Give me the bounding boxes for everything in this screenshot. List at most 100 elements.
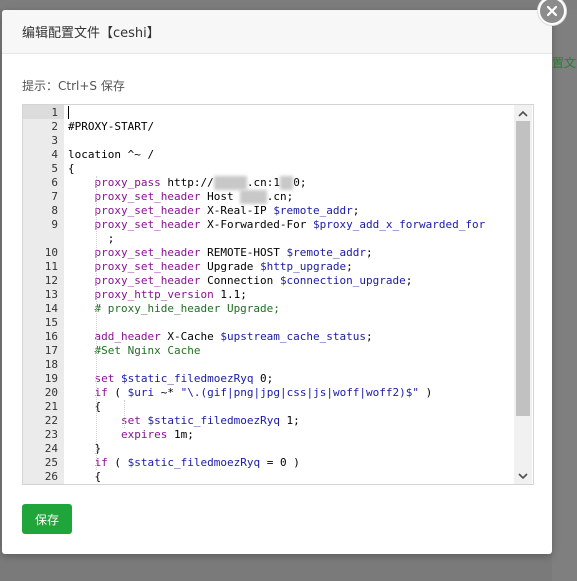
code-token: if bbox=[68, 386, 108, 399]
line-number: 6 bbox=[51, 176, 58, 189]
code-token: ; bbox=[68, 232, 115, 245]
code-token: proxy_pass bbox=[68, 176, 161, 189]
code-token: 1; bbox=[279, 414, 300, 427]
code-token: 0; bbox=[253, 372, 274, 385]
code-line: proxy_set_header Host y▒▒▒.cn; bbox=[68, 190, 293, 204]
line-number-gutter: 1 2 3 4 5 6 7 8 9 10 11 12 13 14 15 16 17 18 19 20 21 22 23 24 2… bbox=[23, 105, 64, 484]
code-token: { bbox=[68, 162, 75, 175]
line-number: 3 bbox=[51, 134, 58, 147]
code-token: # proxy_hide_header Upgrade; bbox=[68, 302, 280, 315]
code-token: $connection_upgrade bbox=[279, 274, 406, 287]
code-token: $upstream_cache_status bbox=[220, 330, 367, 343]
code-token: location ^~ / bbox=[68, 148, 155, 161]
dialog-header: 编辑配置文件【ceshi】 bbox=[2, 10, 552, 54]
line-number: 12 bbox=[44, 274, 58, 287]
code-token: X-Cache bbox=[160, 330, 221, 343]
redacted-text: ▒▒ bbox=[279, 176, 294, 190]
code-line: location ^~ / bbox=[68, 148, 154, 162]
code-line: if ( $static_filedmoezRyq = 0 ) bbox=[68, 456, 299, 470]
line-number: 25 bbox=[44, 456, 58, 469]
background-tab-text: 置文 bbox=[552, 56, 577, 70]
code-line: add_header X-Cache $upstream_cache_statu… bbox=[68, 330, 373, 344]
code-token: set bbox=[68, 414, 141, 427]
scrollbar-thumb[interactable] bbox=[516, 121, 530, 416]
code-token: ( bbox=[107, 456, 128, 469]
code-text-area[interactable]: #PROXY-START/location ^~ /{ proxy_pass h… bbox=[64, 105, 513, 484]
line-number: 18 bbox=[44, 358, 58, 371]
scroll-up-arrow-icon[interactable] bbox=[514, 105, 532, 121]
code-token: Host bbox=[200, 190, 241, 203]
line-number: 16 bbox=[44, 330, 58, 343]
code-token: REMOTE-HOST bbox=[200, 246, 287, 259]
redacted-text: y▒▒▒ bbox=[240, 190, 267, 204]
code-token: #PROXY-START/ bbox=[68, 120, 155, 133]
code-line: proxy_set_header X-Real-IP $remote_addr; bbox=[68, 204, 359, 218]
code-token: 0; bbox=[293, 176, 307, 189]
code-token: ; bbox=[352, 204, 360, 217]
code-token: $uri bbox=[127, 386, 155, 399]
line-number: 1 bbox=[51, 106, 58, 119]
code-line: proxy_set_header Upgrade $http_upgrade; bbox=[68, 260, 352, 274]
code-token: "\.(gif|png|jpg|css|js|woff|woff2)$" bbox=[180, 386, 420, 399]
code-token: add_header bbox=[68, 330, 161, 343]
line-number: 20 bbox=[44, 386, 58, 399]
code-token: ; bbox=[366, 330, 373, 343]
line-number bbox=[23, 232, 58, 246]
code-line: proxy_set_header Connection $connection_… bbox=[68, 274, 412, 288]
code-token: X-Forwarded-For bbox=[200, 218, 314, 231]
code-line: { bbox=[68, 470, 101, 484]
code-token: #Set Nginx Cache bbox=[68, 344, 201, 357]
line-number: 13 bbox=[44, 288, 58, 301]
redacted-text: y▒▒▒▒ bbox=[213, 176, 247, 190]
code-editor[interactable]: 1 2 3 4 5 6 7 8 9 10 11 12 13 14 15 16 17 18 19 20 21 22 23 24 2… bbox=[22, 104, 534, 485]
code-token: ( bbox=[107, 386, 128, 399]
line-number: 22 bbox=[44, 414, 58, 427]
code-line: expires 1m; bbox=[68, 428, 194, 442]
line-number: 26 bbox=[44, 470, 58, 483]
code-token: $remote_addr bbox=[273, 204, 353, 217]
save-button[interactable]: 保存 bbox=[22, 504, 72, 534]
code-line: ; bbox=[68, 232, 115, 246]
code-line: proxy_set_header X-Forwarded-For $proxy_… bbox=[68, 218, 485, 232]
code-token: ; bbox=[405, 274, 413, 287]
line-number: 23 bbox=[44, 428, 58, 441]
line-number: 14 bbox=[44, 302, 58, 315]
line-number: 17 bbox=[44, 344, 58, 357]
line-number: 9 bbox=[51, 218, 58, 231]
line-number: 24 bbox=[44, 442, 58, 455]
code-token: ) bbox=[419, 386, 433, 399]
shortcut-hint: 提示：Ctrl+S 保存 bbox=[22, 79, 125, 93]
code-token: proxy_set_header bbox=[68, 274, 201, 287]
line-number: 5 bbox=[51, 162, 58, 175]
close-icon bbox=[540, 0, 564, 23]
code-token: proxy_set_header bbox=[68, 204, 201, 217]
code-token: Connection bbox=[200, 274, 280, 287]
background-strip bbox=[552, 10, 577, 581]
code-token: $static_filedmoezRyq bbox=[120, 372, 254, 385]
code-token: .cn; bbox=[266, 190, 294, 203]
indent-guide bbox=[96, 176, 97, 470]
code-line: if ( $uri ~* "\.(gif|png|jpg|css|js|woff… bbox=[68, 386, 432, 400]
code-token: expires bbox=[68, 428, 168, 441]
line-number: 7 bbox=[51, 190, 58, 203]
code-token: .cn:1 bbox=[246, 176, 280, 189]
vertical-scrollbar[interactable] bbox=[514, 105, 532, 484]
line-number: 19 bbox=[44, 372, 58, 385]
edit-config-dialog: 编辑配置文件【ceshi】 提示：Ctrl+S 保存 1 2 3 4 5 6 7 8 9 10 11… bbox=[2, 10, 552, 554]
code-token: proxy_set_header bbox=[68, 190, 201, 203]
code-token: proxy_http_version bbox=[68, 288, 214, 301]
code-token: 1m; bbox=[167, 428, 194, 441]
code-token: $static_filedmoezRyq bbox=[147, 414, 280, 427]
code-line: # proxy_hide_header Upgrade; bbox=[68, 302, 280, 316]
indent-guide bbox=[124, 400, 125, 428]
code-token: http:// bbox=[160, 176, 214, 189]
line-number: 10 bbox=[44, 246, 58, 259]
code-token: proxy_set_header bbox=[68, 218, 201, 231]
code-token: $http_upgrade bbox=[260, 260, 347, 273]
code-line: proxy_http_version 1.1; bbox=[68, 288, 246, 302]
code-line: #PROXY-START/ bbox=[68, 120, 154, 134]
code-token: $remote_addr bbox=[286, 246, 367, 259]
scroll-down-arrow-icon[interactable] bbox=[514, 468, 532, 484]
code-line: { bbox=[68, 162, 75, 176]
